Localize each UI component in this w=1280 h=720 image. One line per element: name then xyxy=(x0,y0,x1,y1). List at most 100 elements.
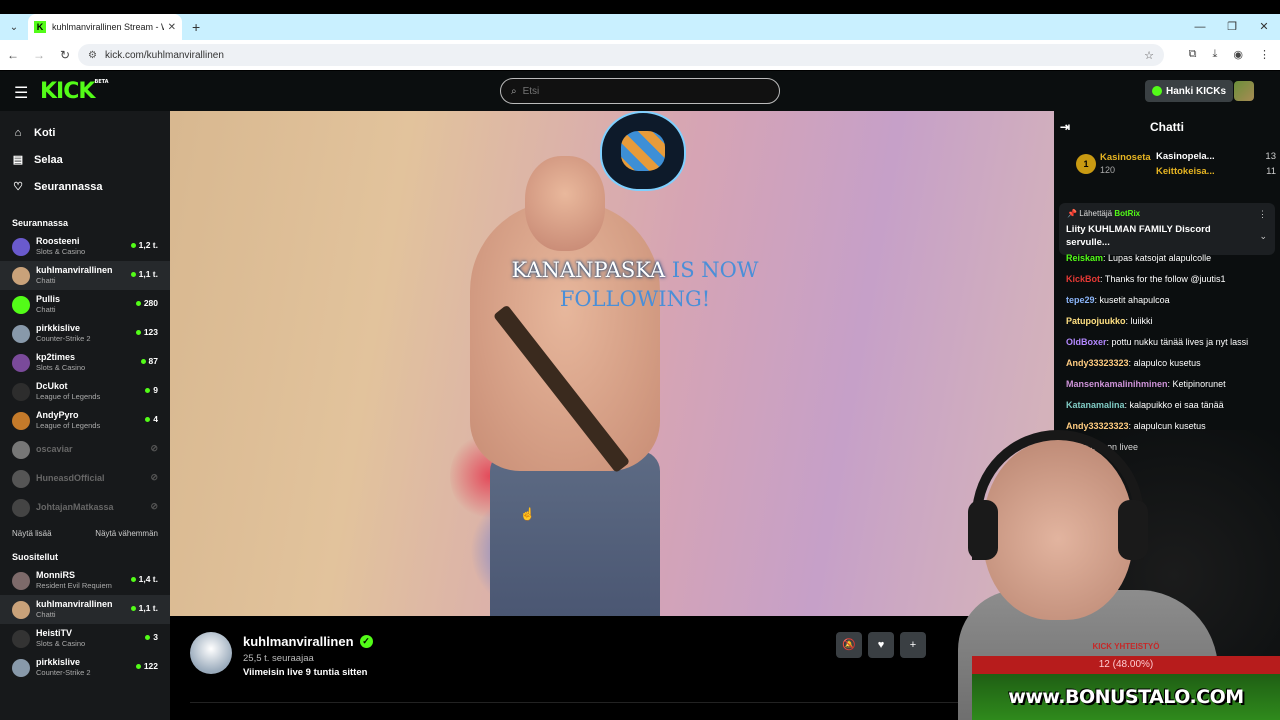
leaderboard-score: 13 xyxy=(1265,151,1276,162)
forward-arrow-icon[interactable]: → xyxy=(26,48,52,62)
sidebar-channel[interactable]: oscaviar ⊘ xyxy=(0,435,170,464)
channel-avatar xyxy=(12,295,30,314)
search-box[interactable]: ⌕ xyxy=(500,78,780,104)
sidebar-channel[interactable]: AndyPyro League of Legends 4 xyxy=(0,406,170,435)
chat-message[interactable]: Katanamalina: kalapuikko ei saa tänää xyxy=(1066,400,1276,411)
sidebar-channel[interactable]: kuhlmanvirallinen Chatti 1,1 t. xyxy=(0,261,170,290)
channel-avatar[interactable] xyxy=(190,632,232,674)
video-player[interactable]: KANANPASKA IS NOW FOLLOWING! ☝ xyxy=(170,111,1054,616)
chat-message[interactable]: OldBoxer: pottu nukku tänää lives ja nyt… xyxy=(1066,337,1276,348)
sidebar-channel[interactable]: pirkkislive Counter-Strike 2 122 xyxy=(0,653,170,682)
viewer-count-text: 9 xyxy=(153,385,158,395)
new-tab-plus-icon[interactable]: + xyxy=(192,19,200,35)
restore-icon[interactable]: ❐ xyxy=(1216,14,1248,40)
bookmark-star-icon[interactable]: ☆ xyxy=(1144,49,1154,62)
browser-menu-icon[interactable]: ⋮ xyxy=(1259,48,1270,61)
live-dot-icon xyxy=(130,242,136,248)
chat-message[interactable]: Andy33323323: alapulco kusetus xyxy=(1066,358,1276,369)
chat-text: alapulco kusetus xyxy=(1133,358,1201,368)
chat-title: Chatti xyxy=(1150,120,1184,134)
viewer-count: 280 xyxy=(135,298,158,308)
kick-logo[interactable]: KICKBETA xyxy=(40,79,109,104)
pinned-options-icon[interactable]: ⋮ xyxy=(1258,209,1267,220)
channel-name: oscaviar xyxy=(36,444,73,454)
leaderboard-row[interactable]: Keittokeisa... 11 xyxy=(1156,166,1276,177)
chat-username[interactable]: Mansenkamalinihminen xyxy=(1066,379,1168,389)
back-arrow-icon[interactable]: ← xyxy=(0,48,26,62)
browser-tab-active[interactable]: K kuhlmanvirallinen Stream - Wat ✕ xyxy=(28,14,182,40)
tab-search-chevron-icon[interactable]: ⌄ xyxy=(4,17,24,37)
leaderboard-first-name[interactable]: Kasinoseta xyxy=(1100,152,1151,163)
chat-username[interactable]: Patupojuukko xyxy=(1066,316,1126,326)
last-live-text: Viimeisin live 9 tuntia sitten xyxy=(243,667,368,678)
chat-message[interactable]: Mansenkamalinihminen: Ketipinorunet xyxy=(1066,379,1276,390)
hamburger-menu-icon[interactable]: ☰ xyxy=(14,83,28,103)
chat-message[interactable]: KickBot: Thanks for the follow @juutis1 xyxy=(1066,274,1276,285)
nav-label: Selaa xyxy=(34,153,63,166)
chat-username[interactable]: Reiskam xyxy=(1066,253,1103,263)
channel-category: League of Legends xyxy=(36,392,101,401)
chat-message[interactable]: Patupojuukko: luiikki xyxy=(1066,316,1276,327)
tab-close-icon[interactable]: ✕ xyxy=(168,22,176,33)
gift-sub-button[interactable]: + xyxy=(900,632,926,658)
recommended-list: MonniRS Resident Evil Requiem 1,4 t. kuhlma… xyxy=(0,566,170,682)
sidebar-channel[interactable]: HuneasdOfficial ⊘ xyxy=(0,464,170,493)
reload-icon[interactable]: ↻ xyxy=(52,48,78,62)
viewer-count-text: 1,1 t. xyxy=(138,269,158,279)
viewer-count: 1,1 t. xyxy=(130,603,158,613)
nav-home[interactable]: ⌂ Koti xyxy=(0,119,170,146)
chat-username[interactable]: Katanamalina xyxy=(1066,400,1125,410)
chat-text: Thanks for the follow @juutis1 xyxy=(1104,274,1226,284)
logo-beta: BETA xyxy=(94,79,109,85)
collapse-chat-icon[interactable]: ⇥ xyxy=(1060,120,1070,134)
profile-icon[interactable]: ◉ xyxy=(1233,48,1243,61)
window-close-icon[interactable]: ✕ xyxy=(1248,14,1280,40)
follow-heart-button[interactable]: ♥ xyxy=(868,632,894,658)
search-input[interactable] xyxy=(522,85,763,97)
sidebar-channel[interactable]: Pullis Chatti 280 xyxy=(0,290,170,319)
chat-message[interactable]: Reiskam: Lupas katsojat alapulcolle xyxy=(1066,253,1276,264)
channel-avatar xyxy=(12,469,30,488)
live-dot-icon xyxy=(130,605,136,611)
mute-notifications-button[interactable]: 🔕 xyxy=(836,632,862,658)
channel-category: Resident Evil Requiem xyxy=(36,581,112,590)
sidebar-channel[interactable]: kp2times Slots & Casino 87 xyxy=(0,348,170,377)
sidebar-channel[interactable]: kuhlmanvirallinen Chatti 1,1 t. xyxy=(0,595,170,624)
sidebar-channel[interactable]: JohtajanMatkassa ⊘ xyxy=(0,493,170,522)
show-less-link[interactable]: Näytä vähemmän xyxy=(95,529,158,538)
pinned-by-user[interactable]: BotRix xyxy=(1114,209,1140,218)
sidebar-channel[interactable]: DcUkot League of Legends 9 xyxy=(0,377,170,406)
chat-username[interactable]: OldBoxer xyxy=(1066,337,1107,347)
leaderboard-row[interactable]: Kasinopela... 13 xyxy=(1156,151,1276,162)
sidebar-channel[interactable]: HeistiTV Slots & Casino 3 xyxy=(0,624,170,653)
user-avatar[interactable] xyxy=(1234,81,1254,101)
nav-following[interactable]: ♡ Seurannassa xyxy=(0,173,170,200)
extensions-icon[interactable]: ⧉ xyxy=(1189,48,1197,61)
minimize-icon[interactable]: — xyxy=(1184,14,1216,40)
pinned-message[interactable]: 📌 Lähettäjä BotRix Liity KUHLMAN FAMILY … xyxy=(1059,203,1275,255)
channel-name-row: kuhlmanvirallinen ✓ xyxy=(243,634,373,649)
get-kicks-button[interactable]: Hanki KICKs xyxy=(1145,80,1234,102)
channel-avatar xyxy=(12,237,30,256)
show-more-link[interactable]: Näytä lisää xyxy=(12,529,52,538)
viewer-count: 4 xyxy=(145,414,158,424)
channel-text: pirkkislive Counter-Strike 2 xyxy=(36,323,91,344)
headphone-right xyxy=(1118,500,1148,560)
chat-username[interactable]: tepe29 xyxy=(1066,295,1095,305)
chat-message[interactable]: tepe29: kusetit ahapulcoa xyxy=(1066,295,1276,306)
sidebar-channel[interactable]: MonniRS Resident Evil Requiem 1,4 t. xyxy=(0,566,170,595)
leaderboard-first-score: 120 xyxy=(1100,165,1116,175)
chat-username[interactable]: KickBot xyxy=(1066,274,1100,284)
site-info-icon[interactable]: ⚙ xyxy=(88,50,97,61)
chat-username[interactable]: Andy33323323 xyxy=(1066,358,1129,368)
address-bar[interactable]: ⚙ kick.com/kuhlmanvirallinen ☆ xyxy=(78,44,1164,66)
sidebar-channel[interactable]: pirkkislive Counter-Strike 2 123 xyxy=(0,319,170,348)
rank-medal-icon: 1 xyxy=(1076,154,1096,174)
channel-name[interactable]: kuhlmanvirallinen xyxy=(243,634,354,649)
channel-text: JohtajanMatkassa xyxy=(36,502,114,513)
sidebar-channel[interactable]: Roosteeni Slots & Casino 1,2 t. xyxy=(0,232,170,261)
nav-browse[interactable]: ▤ Selaa xyxy=(0,146,170,173)
expand-chevron-icon[interactable]: ⌄ xyxy=(1259,231,1267,242)
download-icon[interactable]: ⤓ xyxy=(1213,48,1218,61)
tab-title: kuhlmanvirallinen Stream - Wat xyxy=(52,22,164,32)
